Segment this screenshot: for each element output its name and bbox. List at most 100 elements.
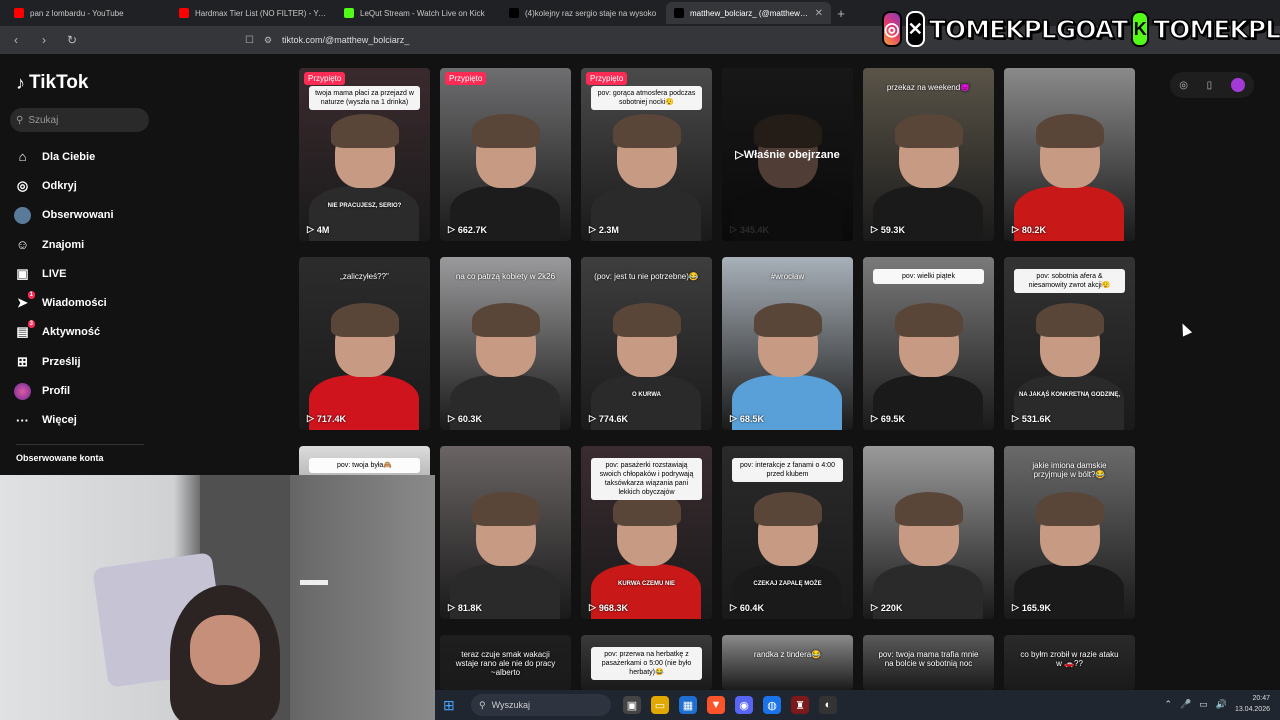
compass-icon[interactable]: ◎ [1179, 80, 1188, 91]
forward-icon[interactable]: › [36, 33, 52, 47]
person-hair [472, 303, 540, 337]
profile-icon: ● [14, 382, 31, 400]
task-view-icon[interactable]: ▣ [623, 696, 641, 714]
tray-arrow-icon[interactable]: ⌃ [1164, 699, 1172, 710]
instagram-icon: ◎ [882, 11, 902, 47]
tiktok-logo[interactable]: ♪ TikTok [16, 72, 88, 94]
video-thumbnail[interactable]: pov: twoja mama trafia mnie na bolcie w … [863, 635, 994, 690]
sidebar-item-dla-ciebie[interactable]: ⌂ Dla Ciebie [14, 142, 154, 171]
video-thumbnail[interactable]: Przypięto twoja mama płaci za przejazd w … [299, 68, 430, 241]
brave-icon[interactable]: ▼ [707, 696, 725, 714]
browser-tab[interactable]: (4)kolejny raz sergio staje na wysoko [501, 2, 666, 24]
pinned-badge: Przypięto [304, 72, 346, 85]
video-thumbnail[interactable]: (pov: jest tu nie potrzebne)😂 O KURWA ▷ 774… [581, 257, 712, 430]
video-thumbnail[interactable]: przekaz na weekend😈 ▷ 59.3K [863, 68, 994, 241]
tab-favicon-icon [344, 8, 354, 18]
video-thumbnail[interactable]: ▷345.4K▷ Właśnie obejrzane [722, 68, 853, 241]
video-thumbnail[interactable]: pov: interakcje z fanami o 4:00 przed kl… [722, 446, 853, 619]
file-explorer-icon[interactable]: ▭ [651, 696, 669, 714]
video-subtitle: CZEKAJ ZAPALĘ MOŻE [753, 581, 822, 587]
person-hair [613, 114, 681, 148]
view-count-value: 69.5K [880, 413, 905, 424]
sidebar-item-znajomi[interactable]: ☺ Znajomi [14, 230, 154, 259]
video-caption: przekaz na weekend😈 [886, 83, 971, 92]
video-thumbnail[interactable]: ▷ 80.2K [1004, 68, 1135, 241]
close-tab-icon[interactable]: ✕ [815, 8, 823, 19]
sidebar-item-live[interactable]: ▣ LIVE [14, 259, 154, 288]
view-count: ▷ 81.8K [448, 602, 482, 613]
video-thumbnail[interactable]: na co patrzą kobiety w 2k26 ▷ 60.3K [440, 257, 571, 430]
video-thumbnail[interactable]: Przypięto pov: gorąca atmosfera podczas s… [581, 68, 712, 241]
volume-icon[interactable]: 🔊 [1216, 699, 1227, 710]
tab-favicon-icon [674, 8, 684, 18]
view-count-value: 220K [880, 602, 903, 613]
sidebar-item-więcej[interactable]: ··· Więcej [14, 406, 154, 435]
site-info-icon[interactable]: ⚙ [264, 35, 272, 46]
video-caption: pov: gorąca atmosfera podczas sobotniej … [591, 86, 702, 110]
sidebar-item-prześlij[interactable]: ⊞ Prześlij [14, 347, 154, 376]
browser-tab[interactable]: pan z lombardu - YouTube [6, 2, 171, 24]
sidebar-item-obserwowani[interactable]: ● Obserwowani [14, 201, 154, 230]
search-input[interactable]: ⚲ Szukaj [10, 108, 149, 132]
video-thumbnail[interactable]: ▷ 220K [863, 446, 994, 619]
video-thumbnail[interactable]: Przypięto ▷ 662.7K [440, 68, 571, 241]
sidebar-item-aktywność[interactable]: ▤ 3 Aktywność [14, 318, 154, 347]
sidebar-menu: ⌂ Dla Ciebie ◎ Odkryj ● Obserwowani ☺ Znajomi ▣ L… [14, 142, 154, 435]
browser-tab[interactable]: matthew_bolciarz_ (@matthew_b ✕ [666, 2, 831, 24]
person-hair [1036, 114, 1104, 148]
store-icon[interactable]: ▦ [679, 696, 697, 714]
person-hair [331, 303, 399, 337]
browser-tab[interactable]: LeQut Stream - Watch Live on Kick [336, 2, 501, 24]
bookmark-icon[interactable]: ☐ [245, 35, 254, 46]
video-caption: #wrocław [770, 272, 805, 281]
device-icon[interactable]: ▯ [1207, 80, 1213, 91]
game-icon[interactable]: ♜ [791, 696, 809, 714]
browser-tab[interactable]: Hardmax Tier List (NO FILTER) - YouT [171, 2, 336, 24]
video-thumbnail[interactable]: randka z tindera😂 [722, 635, 853, 690]
tab-favicon-icon [509, 8, 519, 18]
video-thumbnail[interactable]: „zaliczyłeś??" ▷ 717.4K [299, 257, 430, 430]
sidebar-item-label: Obserwowani [42, 209, 114, 222]
taskbar-search[interactable]: ⚲ Wyszukaj [471, 694, 611, 716]
video-thumbnail[interactable]: ▷ 81.8K [440, 446, 571, 619]
system-tray: ⌃ 🎤 ▭ 🔊 20:47 13.04.2026 [1164, 693, 1270, 715]
video-caption: pov: twoja mama trafia mnie na bolcie w … [878, 650, 979, 668]
view-count-value: 60.4K [739, 602, 764, 613]
video-thumbnail[interactable]: #wrocław ▷ 68.5K [722, 257, 853, 430]
video-caption: pov: twoja była🙈 [309, 458, 420, 473]
video-subtitle: O KURWA [632, 392, 661, 398]
chrome-icon[interactable]: ◍ [763, 696, 781, 714]
discord-icon[interactable]: ◉ [735, 696, 753, 714]
video-thumbnail[interactable]: pov: wielki piątek ▷ 69.5K [863, 257, 994, 430]
video-thumbnail[interactable]: co byłm zrobił w razie ataku w 🚗?? [1004, 635, 1135, 690]
sidebar-item-profil[interactable]: ● Profil [14, 376, 154, 405]
sidebar-item-odkryj[interactable]: ◎ Odkryj [14, 171, 154, 200]
new-tab-button[interactable]: + [831, 6, 851, 21]
video-thumbnail[interactable]: pov: pasażerki rozstawiają swoich chłopa… [581, 446, 712, 619]
x-icon: ✕ [905, 11, 925, 47]
obs-icon[interactable]: ◐ [819, 696, 837, 714]
tab-title: Hardmax Tier List (NO FILTER) - YouT [195, 8, 328, 18]
back-icon[interactable]: ‹ [8, 33, 24, 47]
video-thumbnail[interactable]: teraz czuje smak wakacji wstaje rano ale… [440, 635, 571, 690]
network-icon[interactable]: ▭ [1199, 699, 1208, 710]
reload-icon[interactable]: ↻ [64, 33, 80, 47]
windows-start-icon[interactable]: ⊞ [443, 697, 463, 714]
video-thumbnail[interactable]: jakie imiona damskie przyjmuje w bólt?😂 ▷… [1004, 446, 1135, 619]
sidebar-item-label: Profil [42, 385, 71, 398]
view-count-value: 717.4K [316, 413, 346, 424]
video-thumbnail[interactable]: pov: przerwa na herbatkę z pasażerkami o… [581, 635, 712, 690]
url-text[interactable]: tiktok.com/@matthew_bolciarz_ [282, 35, 409, 45]
clock[interactable]: 20:47 13.04.2026 [1235, 693, 1270, 715]
sidebar-item-wiadomości[interactable]: ➤ 1 Wiadomości [14, 288, 154, 317]
sidebar-item-label: Znajomi [42, 238, 85, 251]
search-icon: ⚲ [16, 114, 24, 126]
sidebar-item-label: LIVE [42, 267, 67, 280]
user-avatar[interactable] [1230, 78, 1245, 92]
windows-taskbar: ⊞ ⚲ Wyszukaj ▣ ▭ ▦ ▼ ◉ ◍ ♜ ◐ ⌃ 🎤 ▭ 🔊 20:… [435, 690, 1280, 720]
video-caption: pov: wielki piątek [873, 269, 984, 284]
mic-icon[interactable]: 🎤 [1180, 699, 1191, 710]
video-thumbnail[interactable]: pov: sobotnia afera & niesamowity zwrot … [1004, 257, 1135, 430]
video-caption: „zaliczyłeś??" [340, 272, 389, 281]
play-icon: ▷ [730, 602, 737, 612]
